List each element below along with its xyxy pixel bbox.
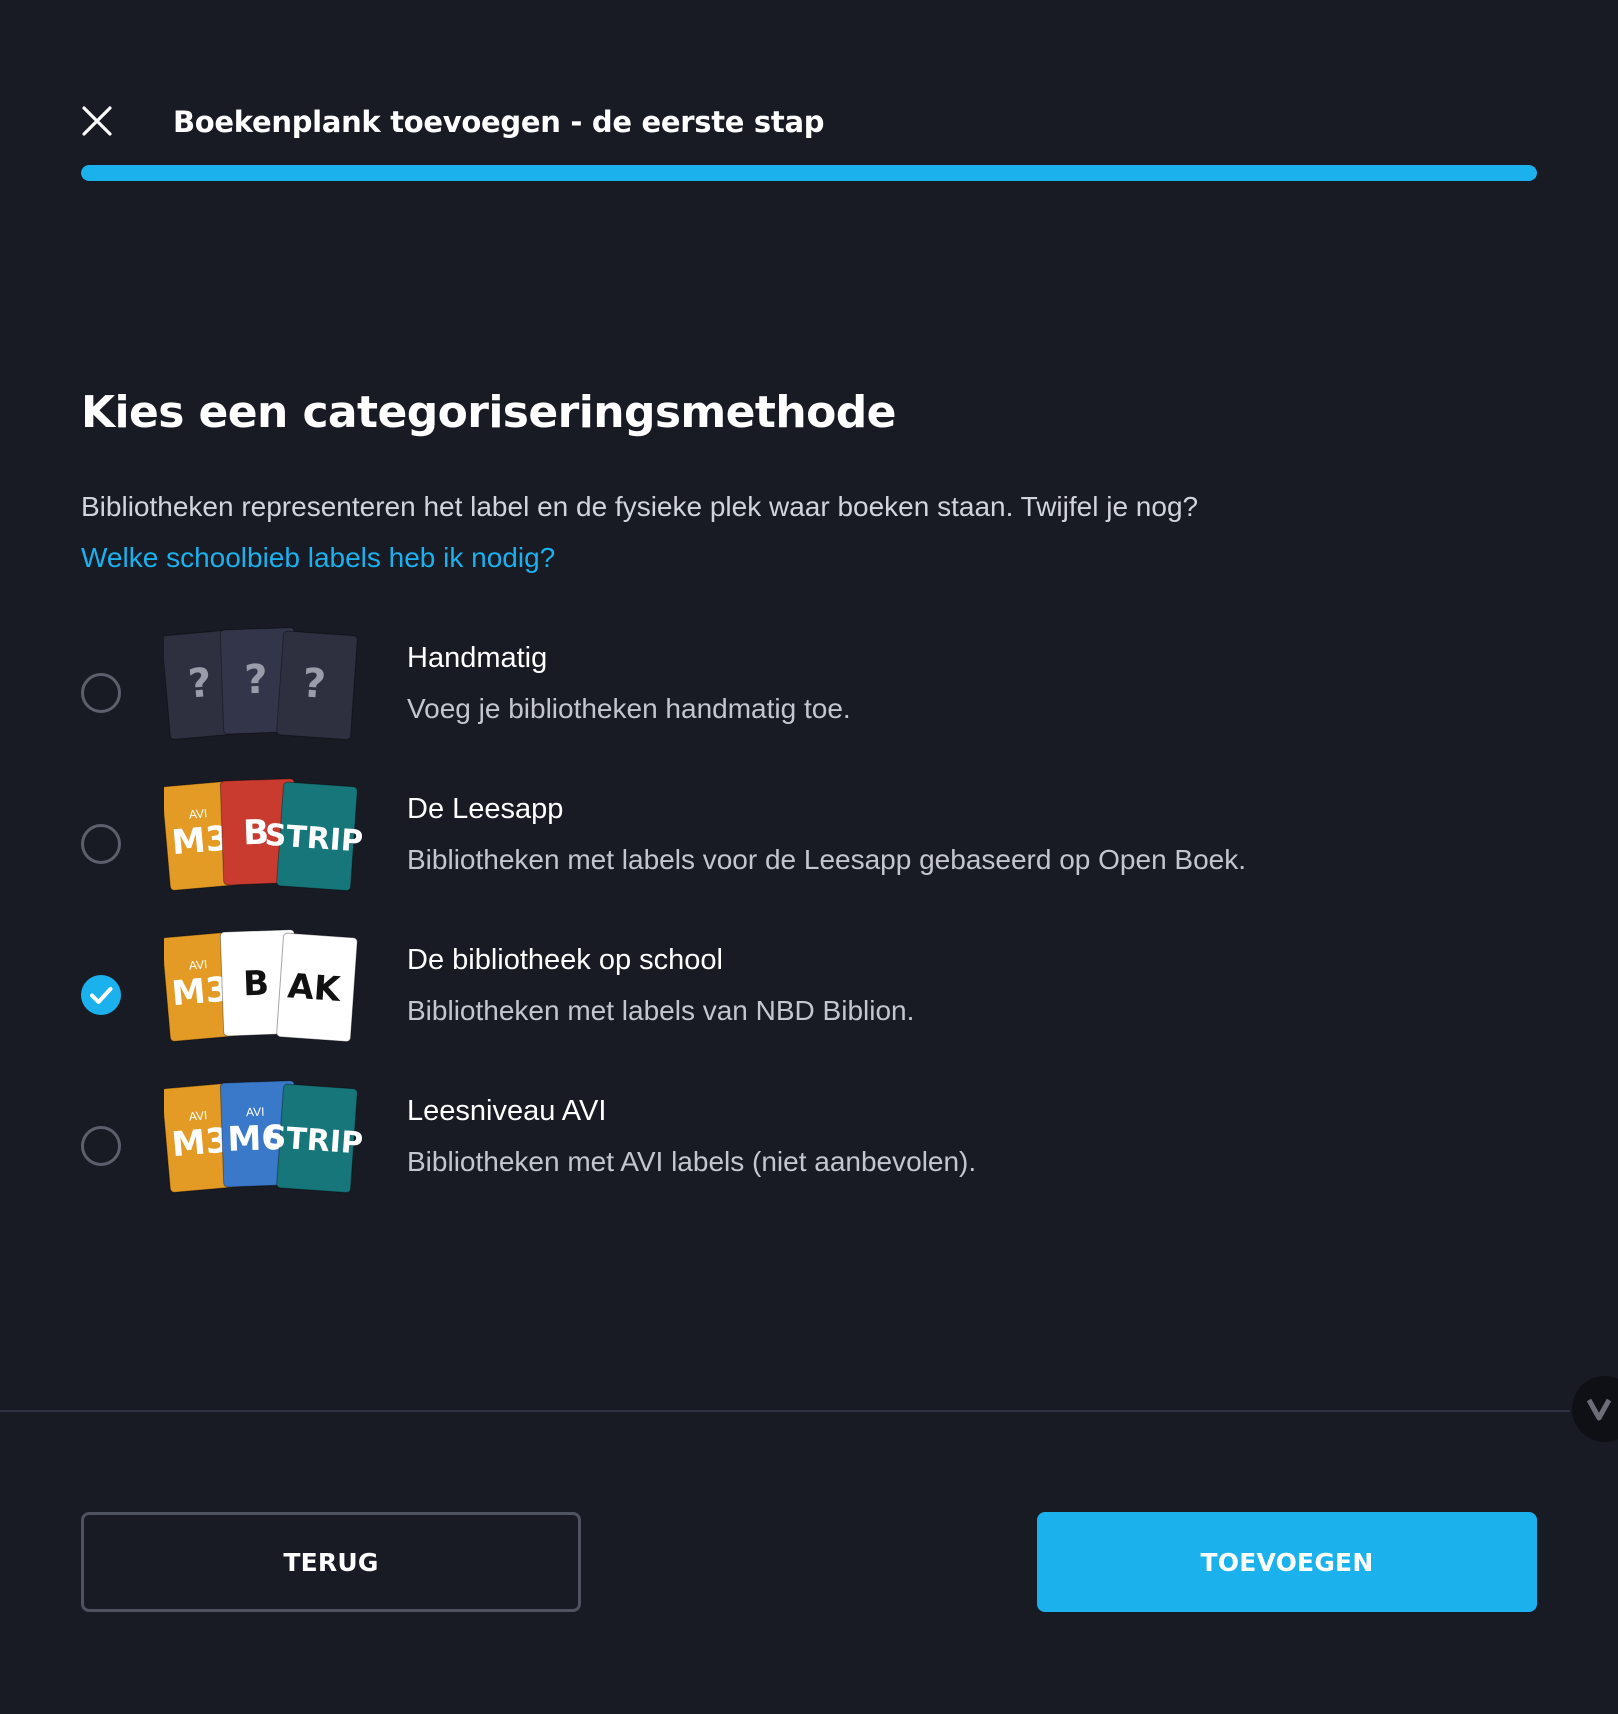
option-radio[interactable] (81, 673, 121, 713)
page-title: Boekenplank toevoegen - de eerste stap (173, 105, 825, 139)
section-description: Bibliotheken representeren het label en … (81, 491, 1199, 522)
svg-text:?: ? (244, 657, 269, 704)
option-leesapp[interactable]: AVI M3 B STRIP De Leesapp Bibliotheken met la… (81, 778, 1537, 908)
option-title: Handmatig (407, 642, 548, 674)
option-title: De bibliotheek op school (407, 944, 723, 976)
label-card: AK (276, 932, 358, 1043)
chevron-down-icon (1586, 1398, 1612, 1421)
svg-text:?: ? (301, 660, 327, 708)
svg-text:STRIP: STRIP (264, 818, 364, 860)
help-link[interactable]: Welke schoolbieb labels heb ik nodig? (81, 538, 555, 578)
svg-text:STRIP: STRIP (264, 1120, 364, 1162)
label-cards-image: ??? (161, 627, 364, 747)
progress-fill (81, 165, 1537, 181)
section-heading: Kies een categoriseringsmethode (81, 387, 896, 438)
option-radio[interactable] (81, 1126, 121, 1166)
option-title: De Leesapp (407, 793, 564, 825)
checkmark-icon (90, 987, 113, 1004)
modal: Boekenplank toevoegen - de eerste stap K… (0, 0, 1618, 1714)
label-cards-image: AVI M3 B STRIP (161, 778, 364, 898)
close-icon[interactable] (78, 102, 116, 140)
add-button[interactable]: TOEVOEGEN (1037, 1512, 1537, 1612)
option-description: Bibliotheken met labels van NBD Biblion. (407, 995, 915, 1026)
progress-bar (81, 165, 1537, 181)
label-card: ? (276, 630, 358, 741)
back-button[interactable]: TERUG (81, 1512, 581, 1612)
option-handmatig[interactable]: ??? Handmatig Voeg je bibliotheken handmat… (81, 627, 1537, 757)
footer-divider (0, 1410, 1570, 1412)
svg-text:B: B (242, 963, 269, 1004)
option-radio[interactable] (81, 824, 121, 864)
label-cards-image: AVI M3 AVI M6 STRIP (161, 1080, 364, 1200)
svg-text:?: ? (186, 660, 213, 708)
option-description: Bibliotheken met labels voor de Leesapp … (407, 844, 1247, 875)
scroll-down-button[interactable] (1572, 1376, 1618, 1442)
option-description: Voeg je bibliotheken handmatig toe. (407, 693, 851, 724)
svg-text:AVI: AVI (246, 1105, 265, 1120)
option-description: Bibliotheken met AVI labels (niet aanbev… (407, 1146, 977, 1177)
option-title: Leesniveau AVI (407, 1095, 607, 1127)
option-bibliotheek-op-school[interactable]: AVI M3 B AK De bibliotheek op school Biblioth… (81, 929, 1537, 1059)
close-button[interactable] (78, 102, 116, 140)
option-radio[interactable] (81, 975, 121, 1015)
option-leesniveau-avi[interactable]: AVI M3 AVI M6 STRIP Leesniveau AVI Bibliotheke… (81, 1080, 1537, 1210)
svg-text:AK: AK (286, 966, 343, 1010)
label-cards-image: AVI M3 B AK (161, 929, 364, 1049)
